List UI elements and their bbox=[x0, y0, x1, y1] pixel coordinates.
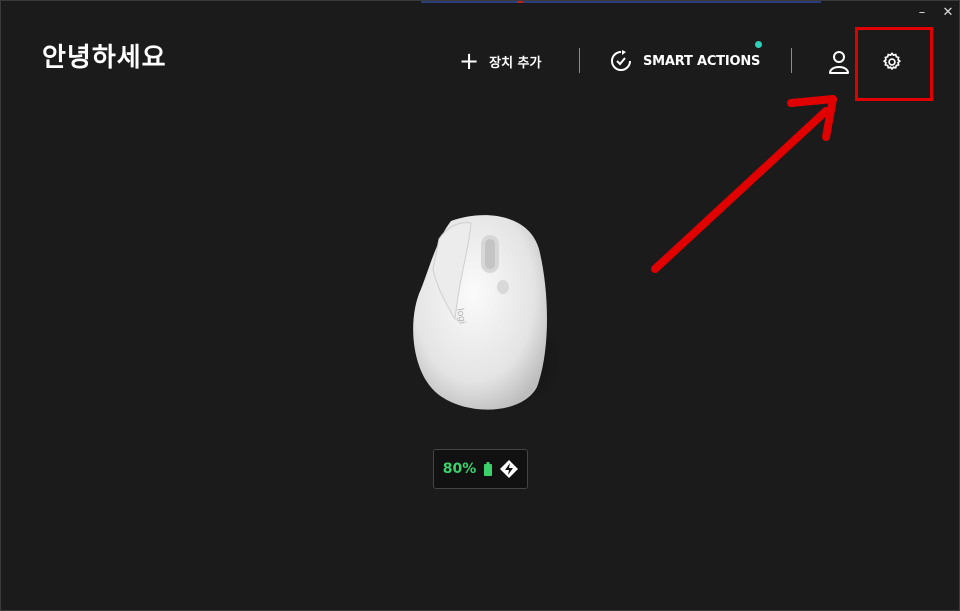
red-arrow-annotation bbox=[651, 95, 837, 273]
logi-bolt-icon bbox=[500, 460, 519, 478]
settings-highlight-box bbox=[855, 27, 933, 101]
plus-icon: + bbox=[459, 47, 480, 75]
close-button[interactable]: ✕ bbox=[938, 5, 958, 23]
battery-icon bbox=[484, 462, 493, 476]
battery-percent: 80% bbox=[442, 461, 477, 477]
mouse-device-image[interactable]: logi bbox=[399, 209, 559, 419]
smart-actions-button[interactable]: SMART ACTIONS bbox=[609, 47, 760, 75]
smart-actions-icon bbox=[611, 50, 631, 71]
battery-status: 80% bbox=[433, 449, 528, 489]
minimize-button[interactable]: – bbox=[912, 5, 932, 23]
notification-dot bbox=[755, 41, 762, 48]
add-device-label: 장치 추가 bbox=[489, 55, 542, 71]
divider bbox=[791, 48, 792, 73]
taskbar-strip bbox=[421, 1, 821, 3]
user-icon[interactable] bbox=[827, 49, 851, 75]
add-device-button[interactable]: + 장치 추가 bbox=[459, 47, 541, 75]
smart-actions-label: SMART ACTIONS bbox=[643, 53, 761, 69]
page-title: 안녕하세요 bbox=[42, 43, 167, 73]
app-window: – ✕ 안녕하세요 + 장치 추가 SMART ACTIONS logi 80% bbox=[0, 0, 960, 611]
divider bbox=[579, 48, 580, 73]
